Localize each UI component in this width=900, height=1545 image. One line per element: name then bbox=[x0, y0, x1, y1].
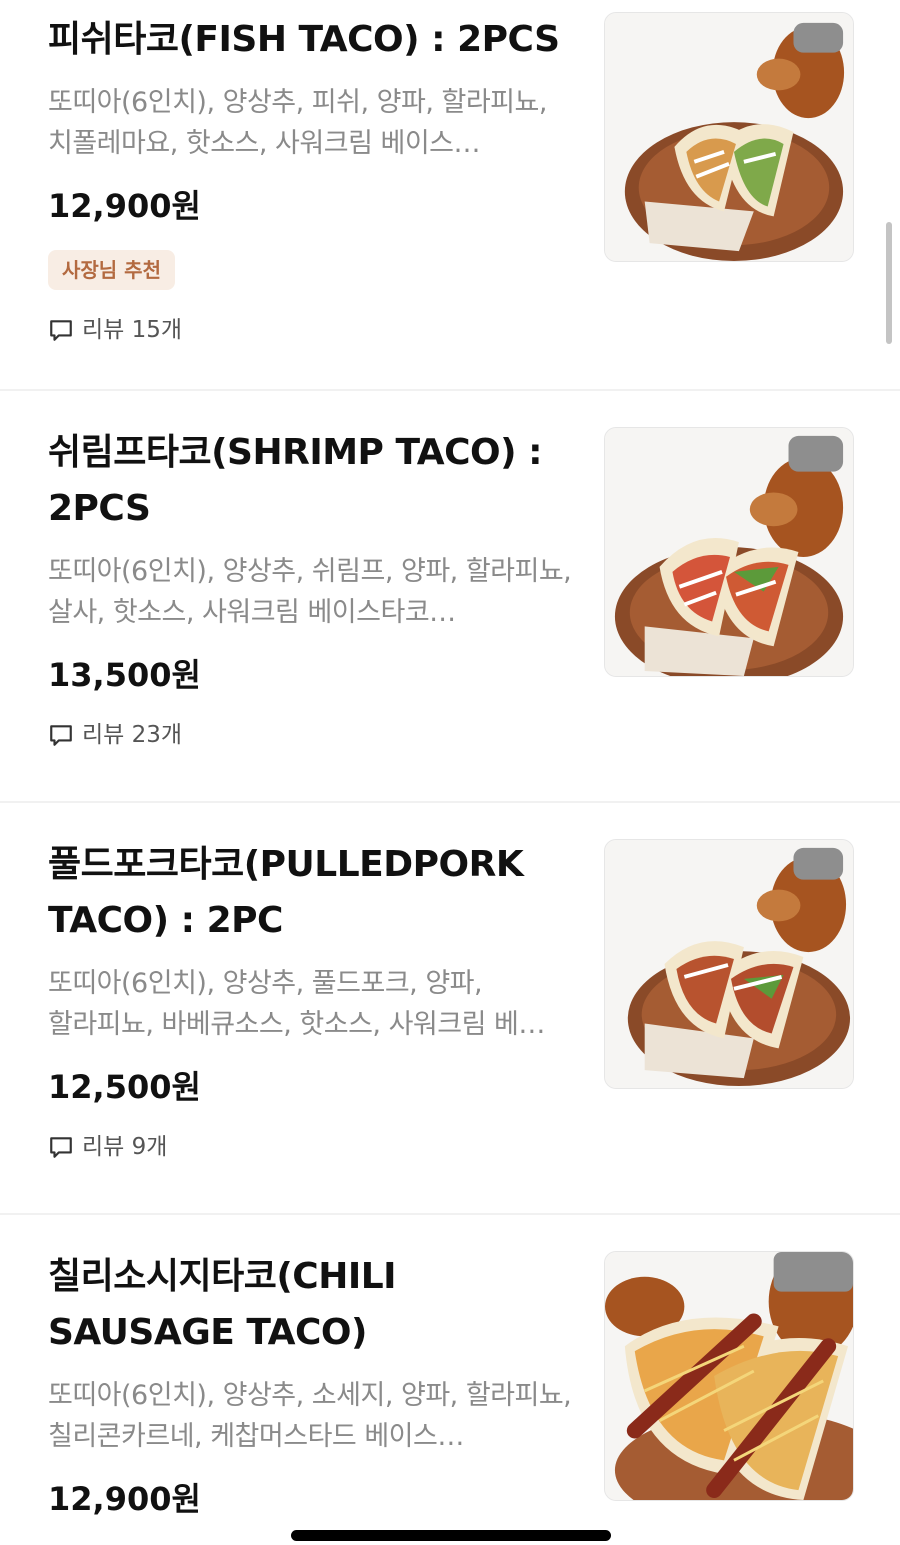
review-count-label: 리뷰 15개 bbox=[82, 317, 183, 343]
pulledpork-taco-photo[interactable] bbox=[604, 839, 854, 1089]
menu-item-price: 12,900원 bbox=[48, 187, 201, 225]
menu-item-chili-sausage-taco[interactable]: 칠리소시지타코(CHILI SAUSAGE TACO) 또띠아(6인치), 양상… bbox=[0, 1215, 900, 1545]
review-count[interactable]: 리뷰 23개 bbox=[48, 719, 578, 751]
menu-page: 피쉬타코(FISH TACO) : 2PCS 또띠아(6인치), 양상추, 피쉬… bbox=[0, 0, 900, 1545]
shrimp-taco-photo[interactable] bbox=[604, 427, 854, 677]
menu-item-price: 12,500원 bbox=[48, 1068, 201, 1106]
menu-item-description: 또띠아(6인치), 양상추, 피쉬, 양파, 할라피뇨, 치폴레마요, 핫소스,… bbox=[48, 87, 547, 159]
menu-item-info: 칠리소시지타코(CHILI SAUSAGE TACO) 또띠아(6인치), 양상… bbox=[48, 1249, 578, 1519]
food-photo-icon bbox=[605, 13, 853, 261]
food-photo-icon bbox=[605, 428, 853, 676]
menu-item-shrimp-taco[interactable]: 쉬림프타코(SHRIMP TACO) : 2PCS 또띠아(6인치), 양상추,… bbox=[0, 391, 900, 803]
menu-item-pulledpork-taco[interactable]: 풀드포크타코(PULLEDPORK TACO) : 2PC 또띠아(6인치), … bbox=[0, 803, 900, 1215]
menu-item-name: 풀드포크타코(PULLEDPORK TACO) : 2PC bbox=[48, 844, 524, 941]
menu-item-name: 칠리소시지타코(CHILI SAUSAGE TACO) bbox=[48, 1256, 397, 1353]
menu-item-name: 피쉬타코(FISH TACO) : 2PCS bbox=[48, 19, 560, 60]
review-count[interactable]: 리뷰 9개 bbox=[48, 1131, 578, 1163]
speech-bubble-icon bbox=[50, 725, 72, 746]
scrollbar[interactable] bbox=[886, 222, 892, 344]
menu-item-name: 쉬림프타코(SHRIMP TACO) : 2PCS bbox=[48, 432, 543, 529]
home-indicator[interactable] bbox=[291, 1530, 611, 1541]
menu-item-description: 또띠아(6인치), 양상추, 소세지, 양파, 할라피뇨, 칠리콘카르네, 케찹… bbox=[48, 1380, 572, 1452]
review-count[interactable]: 리뷰 15개 bbox=[48, 314, 578, 346]
review-count-label: 리뷰 23개 bbox=[82, 722, 183, 748]
food-photo-icon bbox=[605, 840, 853, 1088]
review-count-label: 리뷰 9개 bbox=[82, 1134, 168, 1160]
menu-item-description: 또띠아(6인치), 양상추, 풀드포크, 양파, 할라피뇨, 바베큐소스, 핫소… bbox=[48, 968, 545, 1040]
chili-sausage-taco-photo[interactable] bbox=[604, 1251, 854, 1501]
food-photo-icon bbox=[605, 1252, 853, 1500]
menu-item-info: 풀드포크타코(PULLEDPORK TACO) : 2PC 또띠아(6인치), … bbox=[48, 837, 578, 1163]
menu-item-description: 또띠아(6인치), 양상추, 쉬림프, 양파, 할라피뇨, 살사, 핫소스, 사… bbox=[48, 556, 572, 628]
fish-taco-photo[interactable] bbox=[604, 12, 854, 262]
menu-item-fish-taco[interactable]: 피쉬타코(FISH TACO) : 2PCS 또띠아(6인치), 양상추, 피쉬… bbox=[0, 0, 900, 391]
menu-item-info: 쉬림프타코(SHRIMP TACO) : 2PCS 또띠아(6인치), 양상추,… bbox=[48, 425, 578, 751]
menu-item-price: 13,500원 bbox=[48, 656, 201, 694]
speech-bubble-icon bbox=[50, 320, 72, 341]
menu-item-price: 12,900원 bbox=[48, 1480, 201, 1518]
recommend-badge: 사장님 추천 bbox=[48, 250, 175, 290]
speech-bubble-icon bbox=[50, 1137, 72, 1158]
menu-item-info: 피쉬타코(FISH TACO) : 2PCS 또띠아(6인치), 양상추, 피쉬… bbox=[48, 12, 578, 346]
